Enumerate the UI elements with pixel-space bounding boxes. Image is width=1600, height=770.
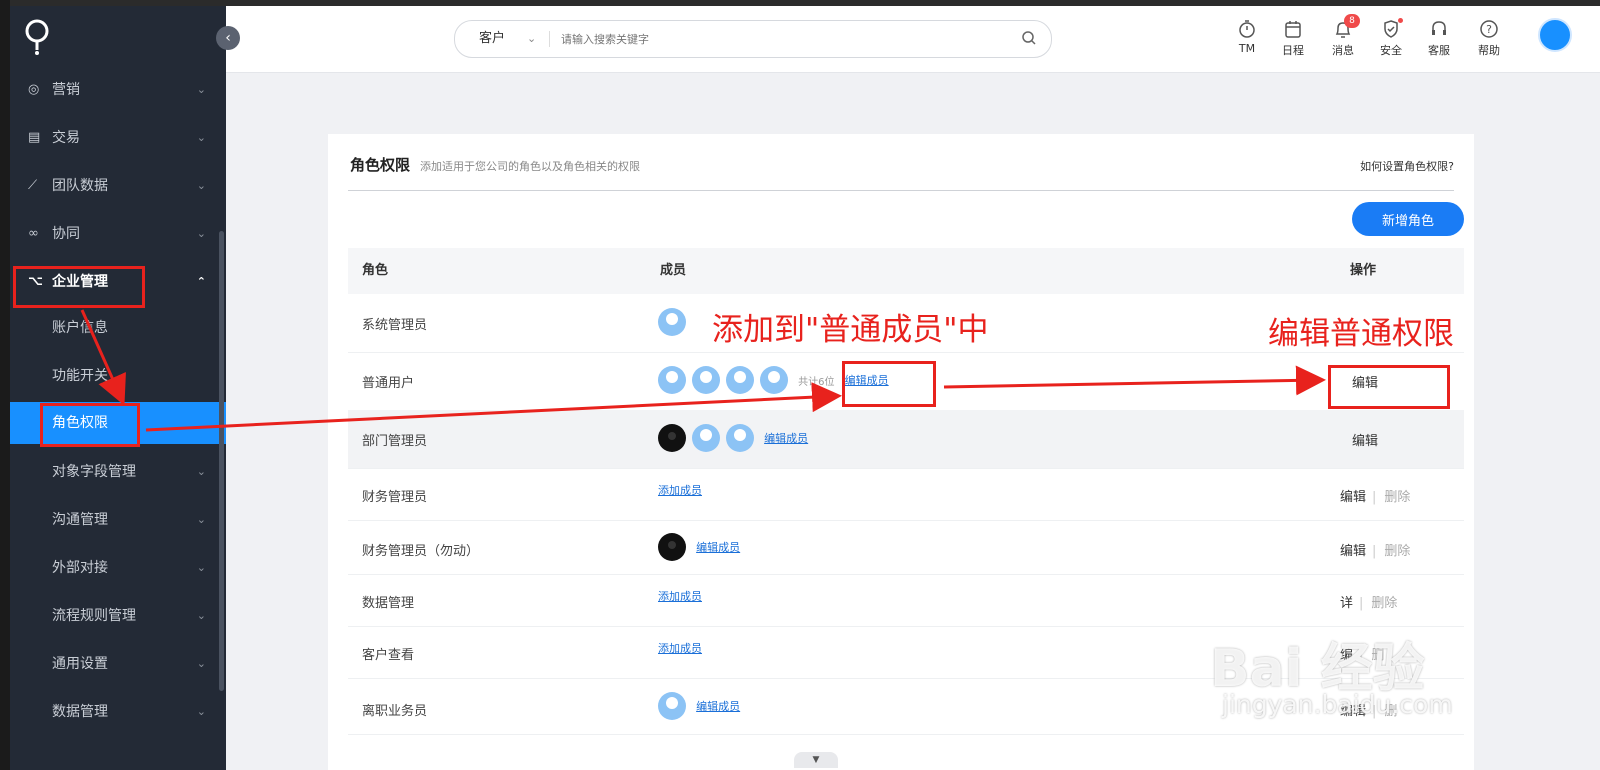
edit-button[interactable]: 详	[1340, 596, 1353, 611]
chevron-down-icon: ⌄	[196, 513, 206, 526]
sidebar-subitem-object-fields[interactable]: 对象字段管理 ⌄	[10, 450, 226, 494]
headset-icon	[1432, 21, 1446, 35]
user-avatar[interactable]	[1538, 18, 1572, 52]
alert-dot	[1398, 18, 1403, 23]
add-role-button[interactable]: 新增角色	[1352, 202, 1464, 236]
add-members-link[interactable]: 添加成员	[658, 642, 702, 655]
annotation-box-edit	[1328, 365, 1450, 409]
toolbar-support[interactable]: 客服	[1418, 16, 1460, 66]
avatar	[658, 692, 686, 720]
toolbar-messages[interactable]: 8 消息	[1322, 14, 1364, 66]
collaborate-icon: ∞	[28, 226, 39, 241]
sidebar-subitem-external[interactable]: 外部对接 ⌄	[10, 546, 226, 590]
chevron-down-icon: ⌄	[196, 179, 206, 192]
help-link[interactable]: 如何设置角色权限?	[1360, 158, 1454, 174]
sidebar-subitem-general-settings[interactable]: 通用设置 ⌄	[10, 642, 226, 686]
avatar	[658, 308, 686, 336]
sidebar-item-marketing[interactable]: ◎ 营销 ⌄	[10, 68, 226, 112]
title-divider	[348, 190, 1454, 191]
table-row: 部门管理员 编辑成员 编辑	[348, 410, 1464, 469]
sidebar-item-collaborate[interactable]: ∞ 协同 ⌄	[10, 212, 226, 256]
chevron-down-icon: ⌄	[196, 561, 206, 574]
search-divider	[549, 31, 550, 47]
logo-icon	[25, 19, 49, 55]
avatar	[658, 533, 686, 561]
target-icon: ◎	[28, 82, 40, 97]
table-row: 财务管理员（勿动） 编辑成员 编辑 | 删除	[348, 520, 1464, 575]
annotation-text-edit: 编辑普通权限	[1268, 316, 1454, 352]
chart-line-icon: ⟋	[28, 178, 38, 193]
table-row: 数据管理 添加成员 详 | 删除	[348, 574, 1464, 627]
edit-button[interactable]: 编辑	[1340, 490, 1366, 505]
chevron-down-icon: ⌄	[196, 609, 206, 622]
top-bar: 客户 ⌄ TM 日程 8 消息 安全 客服 ? 帮助	[226, 6, 1600, 73]
calendar-icon	[1285, 21, 1301, 38]
chevron-down-icon: ⌄	[196, 705, 206, 718]
delete-button[interactable]: 删除	[1384, 490, 1410, 505]
scroll-down-button[interactable]: ▼	[794, 752, 838, 768]
sidebar-subitem-feature-switch[interactable]: 功能开关	[10, 354, 226, 398]
document-icon: ▤	[28, 130, 41, 145]
edit-members-link[interactable]: 编辑成员	[764, 432, 808, 445]
avatar	[658, 424, 686, 452]
help-icon: ?	[1480, 20, 1498, 38]
search-icon[interactable]	[1021, 30, 1037, 46]
page-subtitle: 添加适用于您公司的角色以及角色相关的权限	[420, 160, 640, 173]
chevron-up-icon: ⌃	[196, 275, 206, 288]
avatar	[726, 424, 754, 452]
search-box[interactable]: 客户 ⌄	[454, 20, 1052, 58]
annotation-box-edit-members	[842, 361, 936, 407]
annotation-text-add: 添加到"普通成员"中	[712, 312, 989, 348]
sidebar-scrollbar[interactable]	[219, 231, 224, 691]
toolbar-tm[interactable]: TM	[1226, 16, 1268, 66]
search-input[interactable]	[559, 27, 1003, 51]
delete-button[interactable]: 删除	[1384, 544, 1410, 559]
sidebar-subitem-communication[interactable]: 沟通管理 ⌄	[10, 498, 226, 542]
chevron-down-icon: ⌄	[196, 657, 206, 670]
annotation-box-enterprise	[13, 266, 145, 308]
table-header: 角色 成员 操作	[348, 248, 1464, 294]
notification-badge: 8	[1344, 14, 1360, 28]
sidebar-subitem-account-info[interactable]: 账户信息	[10, 306, 226, 350]
avatar	[692, 424, 720, 452]
delete-button[interactable]: 删除	[1371, 596, 1397, 611]
toolbar-schedule[interactable]: 日程	[1272, 16, 1314, 66]
sidebar-item-trade[interactable]: ▤ 交易 ⌄	[10, 116, 226, 160]
edit-members-link[interactable]: 编辑成员	[696, 700, 740, 713]
left-edge	[0, 0, 10, 770]
edit-button[interactable]: 编辑	[1352, 430, 1378, 449]
svg-text:?: ?	[1486, 23, 1492, 36]
member-count: 共计6位	[798, 376, 835, 388]
avatar	[726, 366, 754, 394]
toolbar-help[interactable]: ? 帮助	[1468, 16, 1510, 66]
search-scope-select[interactable]: 客户	[479, 21, 505, 57]
chevron-down-icon: ⌄	[196, 227, 206, 240]
chevron-down-icon: ⌄	[196, 465, 206, 478]
avatar	[658, 366, 686, 394]
sidebar-item-team-data[interactable]: ⟋ 团队数据 ⌄	[10, 164, 226, 208]
chevron-down-icon: ⌄	[196, 83, 206, 96]
collapse-sidebar-button[interactable]: ‹	[216, 26, 240, 50]
add-members-link[interactable]: 添加成员	[658, 484, 702, 497]
watermark-url: jingyan.baidu.com	[1222, 690, 1453, 719]
table-row: 财务管理员 添加成员 编辑 | 删除	[348, 468, 1464, 521]
chevron-down-icon[interactable]: ⌄	[527, 21, 536, 57]
stopwatch-icon	[1239, 20, 1255, 38]
page-title: 角色权限	[350, 156, 411, 174]
avatar	[692, 366, 720, 394]
avatar	[760, 366, 788, 394]
annotation-box-role-permissions	[40, 403, 140, 447]
edit-button[interactable]: 编辑	[1340, 544, 1366, 559]
add-members-link[interactable]: 添加成员	[658, 590, 702, 603]
sidebar-subitem-data-management[interactable]: 数据管理 ⌄	[10, 690, 226, 734]
chevron-down-icon: ⌄	[196, 131, 206, 144]
toolbar-security[interactable]: 安全	[1370, 16, 1412, 66]
edit-members-link[interactable]: 编辑成员	[696, 541, 740, 554]
sidebar-subitem-process-rules[interactable]: 流程规则管理 ⌄	[10, 594, 226, 638]
sidebar: ◎ 营销 ⌄ ▤ 交易 ⌄ ⟋ 团队数据 ⌄ ∞ 协同 ⌄ ⌥ 企业管理 ⌃ 账…	[10, 6, 226, 770]
